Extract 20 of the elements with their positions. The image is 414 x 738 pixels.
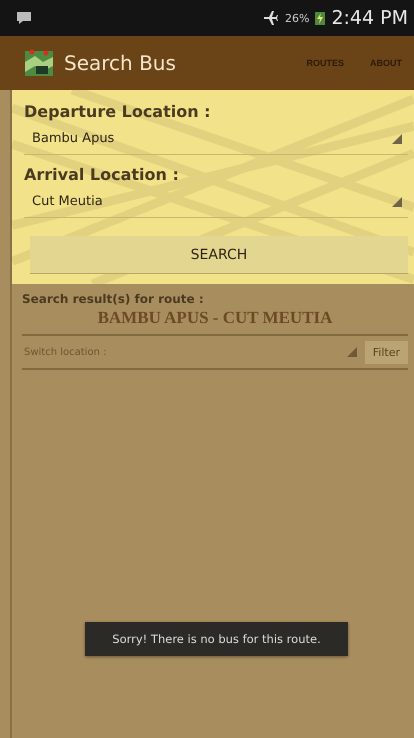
toast-message: Sorry! There is no bus for this route. <box>85 622 348 656</box>
app-title: Search Bus <box>64 51 177 75</box>
battery-percent: 26% <box>284 12 310 24</box>
filter-button[interactable]: Filter <box>364 340 408 364</box>
clock-time: 2:44 PM <box>331 7 408 29</box>
chat-notification-icon <box>16 11 32 25</box>
location-dropdown[interactable]: Cut Meutia <box>24 192 408 218</box>
search-button[interactable]: SEARCH <box>30 236 408 274</box>
map-icon <box>24 48 54 78</box>
switch-location-field[interactable]: Switch location : <box>22 346 347 358</box>
field-label: Arrival Location : <box>24 165 180 184</box>
results-heading: Search result(s) for route : <box>22 292 205 306</box>
dropdown-caret-icon <box>346 347 357 357</box>
battery-charging-icon <box>315 11 326 25</box>
field-label: Departure Location : <box>24 102 212 121</box>
airplane-icon <box>262 11 279 25</box>
dropdown-caret-icon <box>392 134 402 144</box>
dropdown-caret-icon <box>392 196 402 206</box>
location-dropdown[interactable]: Bambu Apus <box>24 129 408 155</box>
route-name: BAMBU APUS - CUT MEUTIA <box>22 306 408 336</box>
